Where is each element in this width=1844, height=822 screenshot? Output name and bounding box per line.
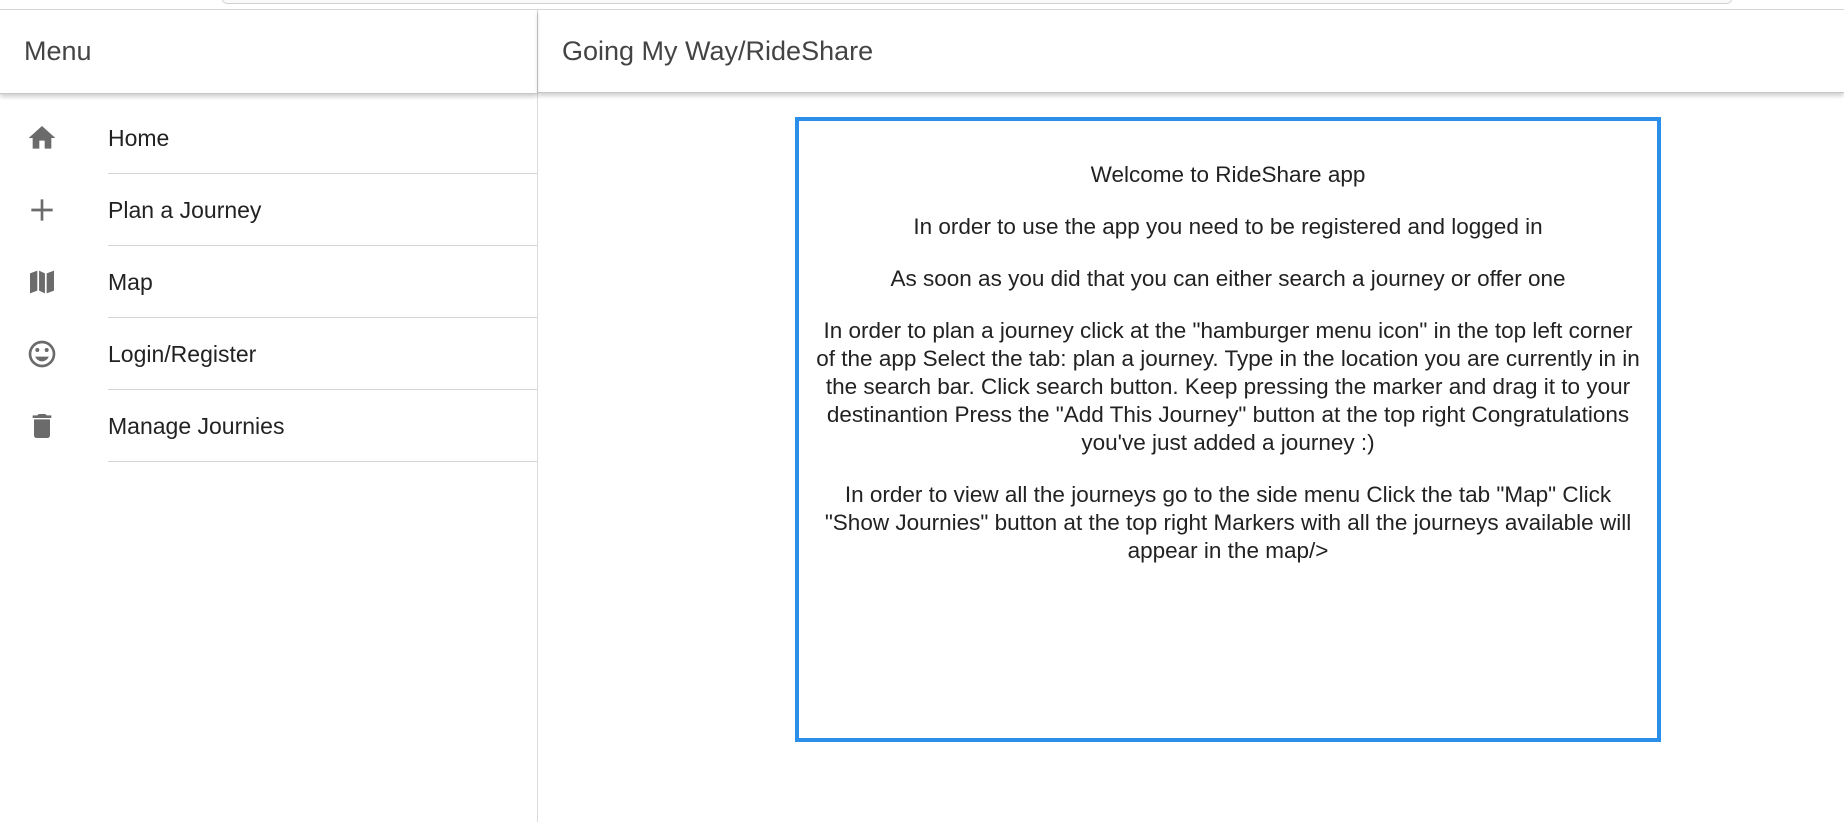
menu-item-label: Map (108, 268, 153, 295)
menu-item-label: Login/Register (108, 340, 257, 367)
menu-item-label: Plan a Journey (108, 196, 262, 223)
page-title: Going My Way/RideShare (538, 10, 1844, 93)
browser-address-bar[interactable] (222, 0, 1732, 4)
menu-item-plan-journey[interactable]: Plan a Journey (0, 174, 537, 246)
plus-icon (26, 194, 58, 226)
menu-list: Home Plan a Journey Map Login/Register M… (0, 94, 537, 462)
side-menu: Menu Home Plan a Journey Map Login/Regis… (0, 10, 538, 822)
menu-item-label: Home (108, 124, 170, 151)
view-journeys-instructions: In order to view all the journeys go to … (824, 482, 1632, 563)
menu-divider (108, 461, 537, 462)
menu-item-manage-journies[interactable]: Manage Journies (0, 390, 537, 462)
home-icon (26, 122, 58, 154)
menu-item-map[interactable]: Map (0, 246, 537, 318)
smiley-icon (26, 338, 58, 370)
map-icon (26, 266, 58, 298)
plan-journey-instructions: In order to plan a journey click at the … (816, 318, 1640, 455)
welcome-heading: Welcome to RideShare app (1090, 162, 1366, 187)
trash-icon (26, 410, 58, 442)
search-offer-note: As soon as you did that you can either s… (890, 266, 1566, 291)
side-menu-title: Menu (0, 10, 537, 94)
welcome-panel: Welcome to RideShare app In order to use… (795, 117, 1661, 742)
menu-item-label: Manage Journies (108, 412, 285, 439)
menu-item-home[interactable]: Home (0, 102, 537, 174)
browser-top-strip (0, 0, 1844, 10)
registration-note: In order to use the app you need to be r… (913, 214, 1543, 239)
menu-item-login-register[interactable]: Login/Register (0, 318, 537, 390)
